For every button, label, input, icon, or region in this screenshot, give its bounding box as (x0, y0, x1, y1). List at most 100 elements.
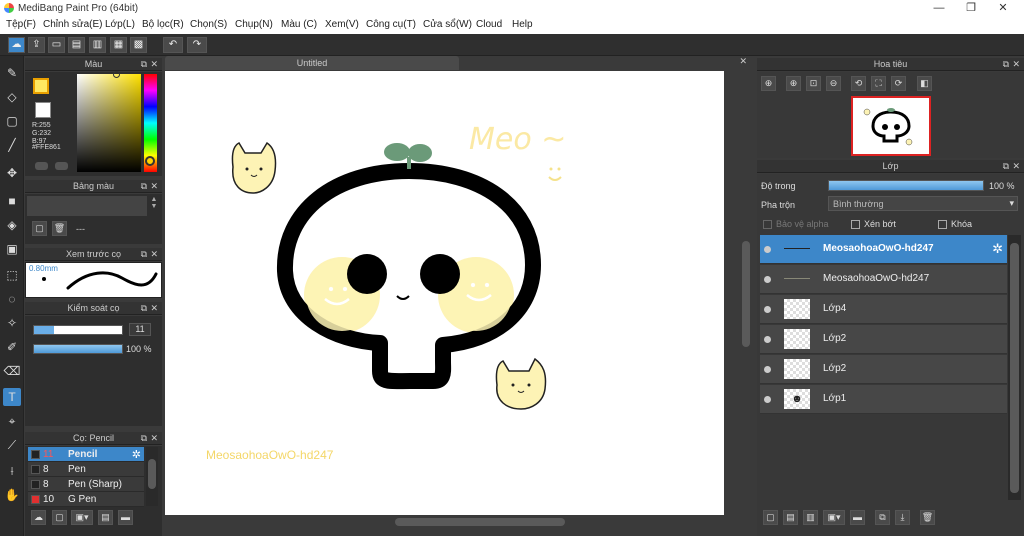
layer-opacity-slider[interactable] (828, 180, 984, 191)
select-rect-tool-icon[interactable]: ⬚ (3, 266, 21, 284)
palette-scroll[interactable]: ▲ ▼ (149, 196, 159, 216)
material-icon[interactable]: ▦ (110, 37, 127, 53)
menu-window[interactable]: Cửa sổ(W) (423, 19, 472, 30)
fill-rect-tool-icon[interactable]: ■ (3, 192, 21, 210)
menu-cloud[interactable]: Cloud (476, 19, 502, 30)
comment-icon[interactable]: ▭ (48, 37, 65, 53)
rectangle-tool-icon[interactable]: ▢ (3, 112, 21, 130)
brush-item-pen[interactable]: 8 Pen (28, 462, 144, 477)
new-8bit-layer-icon[interactable]: ▥ (803, 510, 818, 525)
undock-icon[interactable]: ⧉ (141, 58, 147, 71)
blend-mode-select[interactable]: Bình thường ▾ (828, 196, 1018, 211)
drawing-canvas[interactable]: Meo ~ MeosaohoaOwO-hd247 (165, 71, 724, 515)
duplicate-layer-icon[interactable]: ⧉ (875, 510, 890, 525)
eye-icon[interactable] (764, 396, 771, 403)
close-icon[interactable]: ✕ (1012, 58, 1020, 71)
delete-layer-icon[interactable]: 🗑 (920, 510, 935, 525)
undock-icon[interactable]: ⧉ (141, 248, 147, 261)
document-tab[interactable]: Untitled (165, 56, 459, 70)
new-layer-icon[interactable]: ▢ (763, 510, 778, 525)
protect-alpha-checkbox[interactable]: Bảo vệ alpha (763, 219, 829, 230)
brush-folder-icon[interactable]: ▬ (118, 510, 133, 525)
new-palette-icon[interactable]: ▢ (32, 221, 47, 236)
layer-row[interactable]: MeosaohoaOwO-hd247 ✲ (760, 235, 1007, 264)
rotate-right-icon[interactable]: ⟳ (891, 76, 906, 91)
close-icon[interactable]: ✕ (150, 58, 158, 71)
menu-filter[interactable]: Bộ lọc(R) (142, 19, 184, 30)
layer-row[interactable]: Lớp2 (760, 325, 1007, 354)
lasso-tool-icon[interactable]: ◌ (3, 290, 21, 308)
line-tool-icon[interactable]: ╱ (3, 136, 21, 154)
new-halftone-layer-icon[interactable]: ▤ (783, 510, 798, 525)
merge-layer-icon[interactable]: ⤓ (895, 510, 910, 525)
gear-icon[interactable]: ✲ (132, 448, 141, 461)
zoom-in-2-icon[interactable]: ⊕ (786, 76, 801, 91)
text-tool-icon[interactable]: T (3, 388, 21, 406)
eye-icon[interactable] (764, 276, 771, 283)
maximize-button[interactable]: ❐ (956, 0, 986, 17)
close-window-button[interactable]: ✕ (988, 0, 1018, 17)
eraser-tool-icon[interactable]: ◇ (3, 88, 21, 106)
operation-tool-icon[interactable]: ⌖ (3, 412, 21, 430)
eye-icon[interactable] (764, 336, 771, 343)
undock-icon[interactable]: ⧉ (1003, 160, 1009, 173)
menu-select[interactable]: Chọn(S) (190, 19, 227, 30)
brush-item-pen-sharp[interactable]: 8 Pen (Sharp) (28, 477, 144, 492)
layer-row[interactable]: MeosaohoaOwO-hd247 (760, 265, 1007, 294)
brush-cloud-icon[interactable]: ☁ (31, 510, 46, 525)
eye-icon[interactable] (764, 366, 771, 373)
cloud-icon[interactable]: ☁ (8, 37, 25, 53)
share-icon[interactable]: ⇪ (28, 37, 45, 53)
bucket-tool-icon[interactable]: ◈ (3, 216, 21, 234)
close-icon[interactable]: ✕ (150, 432, 158, 445)
gradient-tool-icon[interactable]: ▣ (3, 240, 21, 258)
clipping-checkbox[interactable]: Xén bớt (851, 219, 896, 230)
brush-size-value[interactable]: 11 (129, 323, 151, 336)
rotate-left-icon[interactable]: ⟲ (851, 76, 866, 91)
eyedropper-tool-icon[interactable]: ⟊ (3, 462, 21, 480)
close-icon[interactable]: ✕ (150, 302, 158, 315)
brush-item-pencil[interactable]: 11 Pencil ✲ (28, 447, 144, 462)
layer-row[interactable]: Lớp4 (760, 295, 1007, 324)
brush-new-icon[interactable]: ▢ (52, 510, 67, 525)
menu-color[interactable]: Màu (C) (281, 19, 317, 30)
secondary-color-swatch[interactable] (35, 102, 51, 118)
menu-view[interactable]: Xem(V) (325, 19, 359, 30)
document-icon[interactable]: ▥ (89, 37, 106, 53)
magic-wand-tool-icon[interactable]: ✧ (3, 314, 21, 332)
gear-icon[interactable]: ✲ (992, 241, 1003, 257)
close-icon[interactable]: ✕ (1012, 160, 1020, 173)
canvas-vertical-scrollbar[interactable] (740, 71, 752, 515)
move-tool-icon[interactable]: ✥ (3, 164, 21, 182)
brush-tool-icon[interactable]: ✎ (3, 64, 21, 82)
select-pen-tool-icon[interactable]: ✐ (3, 338, 21, 356)
select-eraser-tool-icon[interactable]: ⌫ (3, 362, 21, 380)
undock-icon[interactable]: ⧉ (1003, 58, 1009, 71)
canvas-horizontal-scrollbar[interactable] (165, 516, 740, 527)
primary-color-swatch[interactable] (33, 78, 49, 94)
close-icon[interactable]: ✕ (150, 248, 158, 261)
minimize-button[interactable]: — (924, 0, 954, 17)
undock-icon[interactable]: ⧉ (141, 432, 147, 445)
brush-opacity-slider[interactable] (33, 344, 123, 354)
eye-icon[interactable] (764, 306, 771, 313)
menu-help[interactable]: Help (512, 19, 533, 30)
navigator-thumbnail[interactable] (851, 96, 931, 156)
close-icon[interactable]: ✕ (150, 180, 158, 193)
menu-layer[interactable]: Lớp(L) (105, 19, 135, 30)
add-layer-menu-icon[interactable]: ▣▾ (823, 510, 845, 525)
lock-checkbox[interactable]: Khóa (938, 219, 972, 230)
palette-area[interactable] (27, 196, 147, 216)
zoom-out-icon[interactable]: ⊖ (826, 76, 841, 91)
hue-slider[interactable] (144, 74, 157, 172)
zoom-in-icon[interactable]: ⊕ (761, 76, 776, 91)
undo-button[interactable]: ↶ (163, 37, 183, 53)
message-icon[interactable]: ▤ (68, 37, 85, 53)
flip-icon[interactable]: ◧ (917, 76, 932, 91)
fit-icon[interactable]: ⊡ (806, 76, 821, 91)
menu-edit[interactable]: Chỉnh sửa(E) (43, 19, 103, 30)
color-swap-button[interactable] (55, 162, 68, 170)
brush-item-g-pen[interactable]: 10 G Pen (28, 492, 144, 507)
brush-size-slider[interactable] (33, 325, 123, 335)
close-icon[interactable]: ✕ (739, 56, 747, 67)
